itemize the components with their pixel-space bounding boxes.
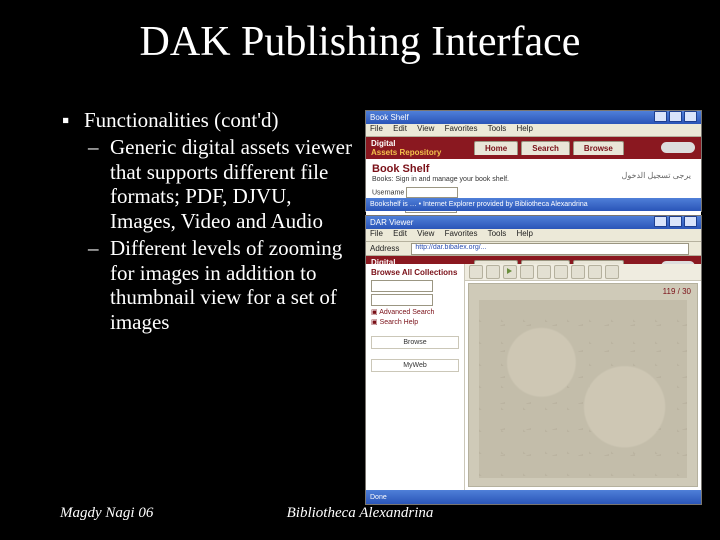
menu-item[interactable]: File	[370, 124, 383, 133]
username-label: Username	[372, 189, 404, 196]
tool-last-icon[interactable]	[537, 265, 551, 279]
body-text: ▪ Functionalities (cont'd) – Generic dig…	[62, 108, 357, 335]
slide-title: DAK Publishing Interface	[0, 18, 720, 66]
tool-fit-icon[interactable]	[588, 265, 602, 279]
search-help-link[interactable]: ▣ Search Help	[371, 318, 459, 326]
dar-header: Digital Assets Repository Home Search Br…	[366, 137, 701, 159]
side-header: Browse All Collections	[371, 268, 459, 277]
menu-bar: File Edit View Favorites Tools Help	[366, 124, 701, 137]
window-buttons	[652, 111, 697, 124]
url-input[interactable]: http://dar.bibalex.org/...	[411, 243, 689, 255]
address-label: Address	[370, 244, 399, 253]
menu-item[interactable]: Tools	[488, 124, 507, 133]
tab-home[interactable]: Home	[474, 141, 518, 155]
menu-bar: File Edit View Favorites Tools Help	[366, 229, 701, 242]
screenshot-bookshelf: Book Shelf File Edit View Favorites Tool…	[365, 110, 702, 212]
menu-item[interactable]: Tools	[488, 229, 507, 238]
bullet-l1: ▪ Functionalities (cont'd)	[62, 108, 357, 133]
menu-item[interactable]: Favorites	[445, 124, 478, 133]
window-buttons	[652, 216, 697, 229]
dash-marker: –	[88, 236, 110, 335]
footer-center: Bibliotheca Alexandrina	[0, 505, 720, 522]
viewer-main: 119 / 30	[465, 264, 701, 490]
bullet-l2a: – Generic digital assets viewer that sup…	[88, 135, 357, 234]
menu-item[interactable]: Help	[517, 229, 533, 238]
tool-play-icon[interactable]	[503, 265, 517, 279]
window-title: Book Shelf	[370, 113, 409, 122]
dar-logo: Digital Assets Repository	[371, 139, 441, 157]
tool-next-icon[interactable]	[520, 265, 534, 279]
slide: DAK Publishing Interface ▪ Functionaliti…	[0, 0, 720, 540]
side-box-browse[interactable]: Browse	[371, 336, 459, 349]
viewer-toolbar	[465, 264, 701, 281]
arabic-note: يرجى تسجيل الدخول	[622, 171, 691, 180]
username-input[interactable]	[406, 187, 458, 198]
window-titlebar: Book Shelf	[366, 111, 701, 124]
bullet-l1-text: Functionalities (cont'd)	[84, 108, 279, 133]
taskbar: Bookshelf is … • Internet Explorer provi…	[366, 198, 701, 211]
menu-item[interactable]: Help	[517, 124, 533, 133]
image-viewer[interactable]: 119 / 30	[468, 283, 698, 487]
keyword-input[interactable]	[371, 294, 433, 306]
viewer-content: Browse All Collections ▣ Advanced Search…	[366, 264, 701, 490]
tool-first-icon[interactable]	[469, 265, 483, 279]
menu-item[interactable]: Edit	[393, 229, 407, 238]
address-bar: Address http://dar.bibalex.org/...	[366, 242, 701, 256]
tool-zoomin-icon[interactable]	[571, 265, 585, 279]
bullet-l2b-text: Different levels of zooming for images i…	[110, 236, 357, 335]
menu-item[interactable]: Edit	[393, 124, 407, 133]
menu-item[interactable]: Favorites	[445, 229, 478, 238]
tab-search[interactable]: Search	[521, 141, 570, 155]
bullet-l2b: – Different levels of zooming for images…	[88, 236, 357, 335]
dash-marker: –	[88, 135, 110, 234]
tab-browse[interactable]: Browse	[573, 141, 624, 155]
tool-rotate-icon[interactable]	[605, 265, 619, 279]
menu-item[interactable]: View	[417, 229, 434, 238]
map-image	[479, 300, 687, 478]
page-indicator: 119 / 30	[663, 287, 691, 296]
locale-flag[interactable]	[661, 142, 695, 153]
side-panel: Browse All Collections ▣ Advanced Search…	[366, 264, 465, 490]
side-box-myweb[interactable]: MyWeb	[371, 359, 459, 372]
menu-item[interactable]: View	[417, 124, 434, 133]
tool-prev-icon[interactable]	[486, 265, 500, 279]
taskbar: Done	[366, 490, 701, 504]
bullet-marker: ▪	[62, 108, 84, 133]
window-title: DAR Viewer	[370, 218, 413, 227]
tool-zoomout-icon[interactable]	[554, 265, 568, 279]
screenshot-viewer: DAR Viewer File Edit View Favorites Tool…	[365, 215, 702, 505]
advanced-search-link[interactable]: ▣ Advanced Search	[371, 308, 459, 316]
menu-item[interactable]: File	[370, 229, 383, 238]
search-select[interactable]	[371, 280, 433, 292]
bullet-l2a-text: Generic digital assets viewer that suppo…	[110, 135, 357, 234]
window-titlebar: DAR Viewer	[366, 216, 701, 229]
nav-tabs: Home Search Browse	[474, 141, 624, 155]
